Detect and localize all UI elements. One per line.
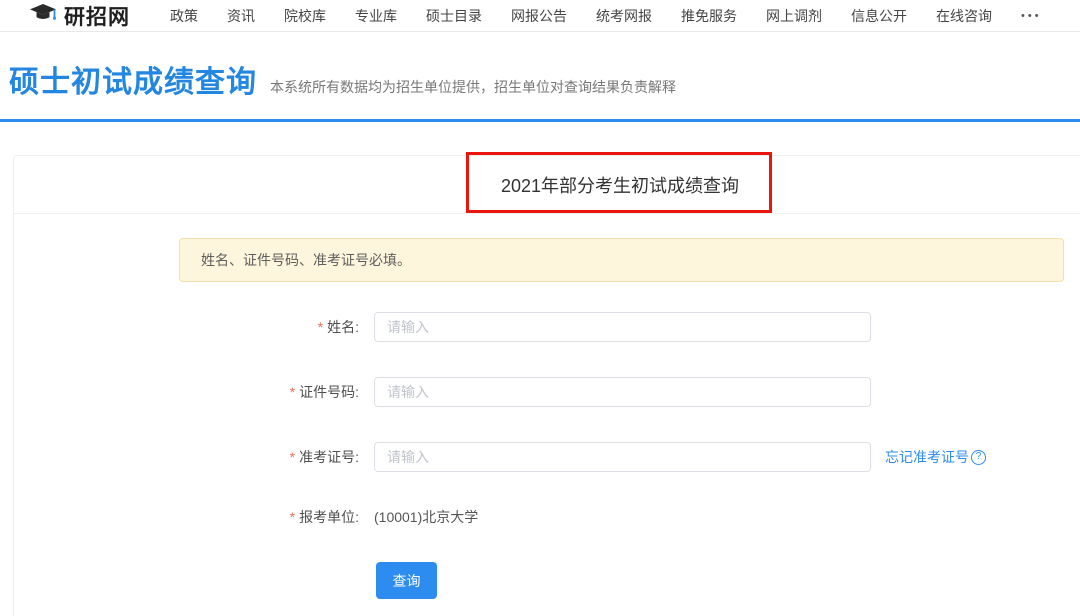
graduation-cap-icon — [30, 4, 57, 28]
name-input[interactable] — [374, 312, 871, 342]
nav-item-info-public[interactable]: 信息公开 — [851, 6, 907, 26]
top-navbar: 研招网 政策 资讯 院校库 专业库 硕士目录 网报公告 统考网报 推免服务 网上… — [0, 0, 1080, 32]
query-button[interactable]: 查询 — [376, 562, 437, 599]
form-row-id-number: *证件号码: — [14, 377, 1080, 407]
form-row-name: *姓名: — [14, 312, 1080, 342]
id-number-label: *证件号码: — [14, 382, 359, 402]
more-menu-icon[interactable]: ••• — [1021, 10, 1042, 22]
forgot-ticket-link[interactable]: 忘记准考证号 ? — [885, 447, 986, 467]
nav-item-exempt-service[interactable]: 推免服务 — [681, 6, 737, 26]
page-subtitle: 本系统所有数据均为招生单位提供，招生单位对查询结果负责解释 — [270, 77, 676, 97]
page-header: 硕士初试成绩查询 本系统所有数据均为招生单位提供，招生单位对查询结果负责解释 — [0, 32, 1080, 119]
required-asterisk: * — [290, 509, 295, 525]
required-notice-alert: 姓名、证件号码、准考证号必填。 — [179, 238, 1064, 282]
forgot-ticket-link-text: 忘记准考证号 — [885, 447, 969, 467]
submit-row: 查询 — [376, 562, 1080, 599]
name-label: *姓名: — [14, 317, 359, 337]
form-row-target-university: *报考单位: (10001)北京大学 — [14, 507, 1080, 527]
target-university-label-text: 报考单位: — [299, 509, 359, 525]
nav-item-major-库[interactable]: 专业库 — [355, 6, 397, 26]
nav-menu: 政策 资讯 院校库 专业库 硕士目录 网报公告 统考网报 推免服务 网上调剂 信… — [170, 6, 992, 26]
admission-ticket-input[interactable] — [374, 442, 871, 472]
required-asterisk: * — [290, 449, 295, 465]
page-title: 硕士初试成绩查询 — [9, 57, 257, 101]
query-panel: 2021年部分考生初试成绩查询 姓名、证件号码、准考证号必填。 *姓名: *证件… — [13, 155, 1080, 616]
required-asterisk: * — [318, 319, 323, 335]
nav-item-news[interactable]: 资讯 — [227, 6, 255, 26]
nav-item-unified-exam[interactable]: 统考网报 — [596, 6, 652, 26]
form-row-admission-ticket: *准考证号: 忘记准考证号 ? — [14, 442, 1080, 472]
admission-ticket-label-text: 准考证号: — [299, 449, 359, 465]
nav-item-online-notice[interactable]: 网报公告 — [511, 6, 567, 26]
nav-item-online-consult[interactable]: 在线咨询 — [936, 6, 992, 26]
admission-ticket-label: *准考证号: — [14, 447, 359, 467]
nav-item-master-catalog[interactable]: 硕士目录 — [426, 6, 482, 26]
target-university-value: (10001)北京大学 — [374, 507, 478, 527]
target-university-label: *报考单位: — [14, 507, 359, 527]
nav-item-policy[interactable]: 政策 — [170, 6, 198, 26]
site-logo[interactable]: 研招网 — [30, 1, 130, 31]
main-content: 2021年部分考生初试成绩查询 姓名、证件号码、准考证号必填。 *姓名: *证件… — [0, 122, 1080, 616]
help-question-icon[interactable]: ? — [971, 450, 986, 465]
id-number-label-text: 证件号码: — [299, 384, 359, 400]
nav-item-college-库[interactable]: 院校库 — [284, 6, 326, 26]
site-logo-text: 研招网 — [64, 1, 130, 31]
panel-header: 2021年部分考生初试成绩查询 — [14, 156, 1080, 214]
panel-title: 2021年部分考生初试成绩查询 — [501, 172, 739, 198]
required-asterisk: * — [290, 384, 295, 400]
id-number-input[interactable] — [374, 377, 871, 407]
nav-item-online-adjust[interactable]: 网上调剂 — [766, 6, 822, 26]
name-label-text: 姓名: — [327, 319, 359, 335]
